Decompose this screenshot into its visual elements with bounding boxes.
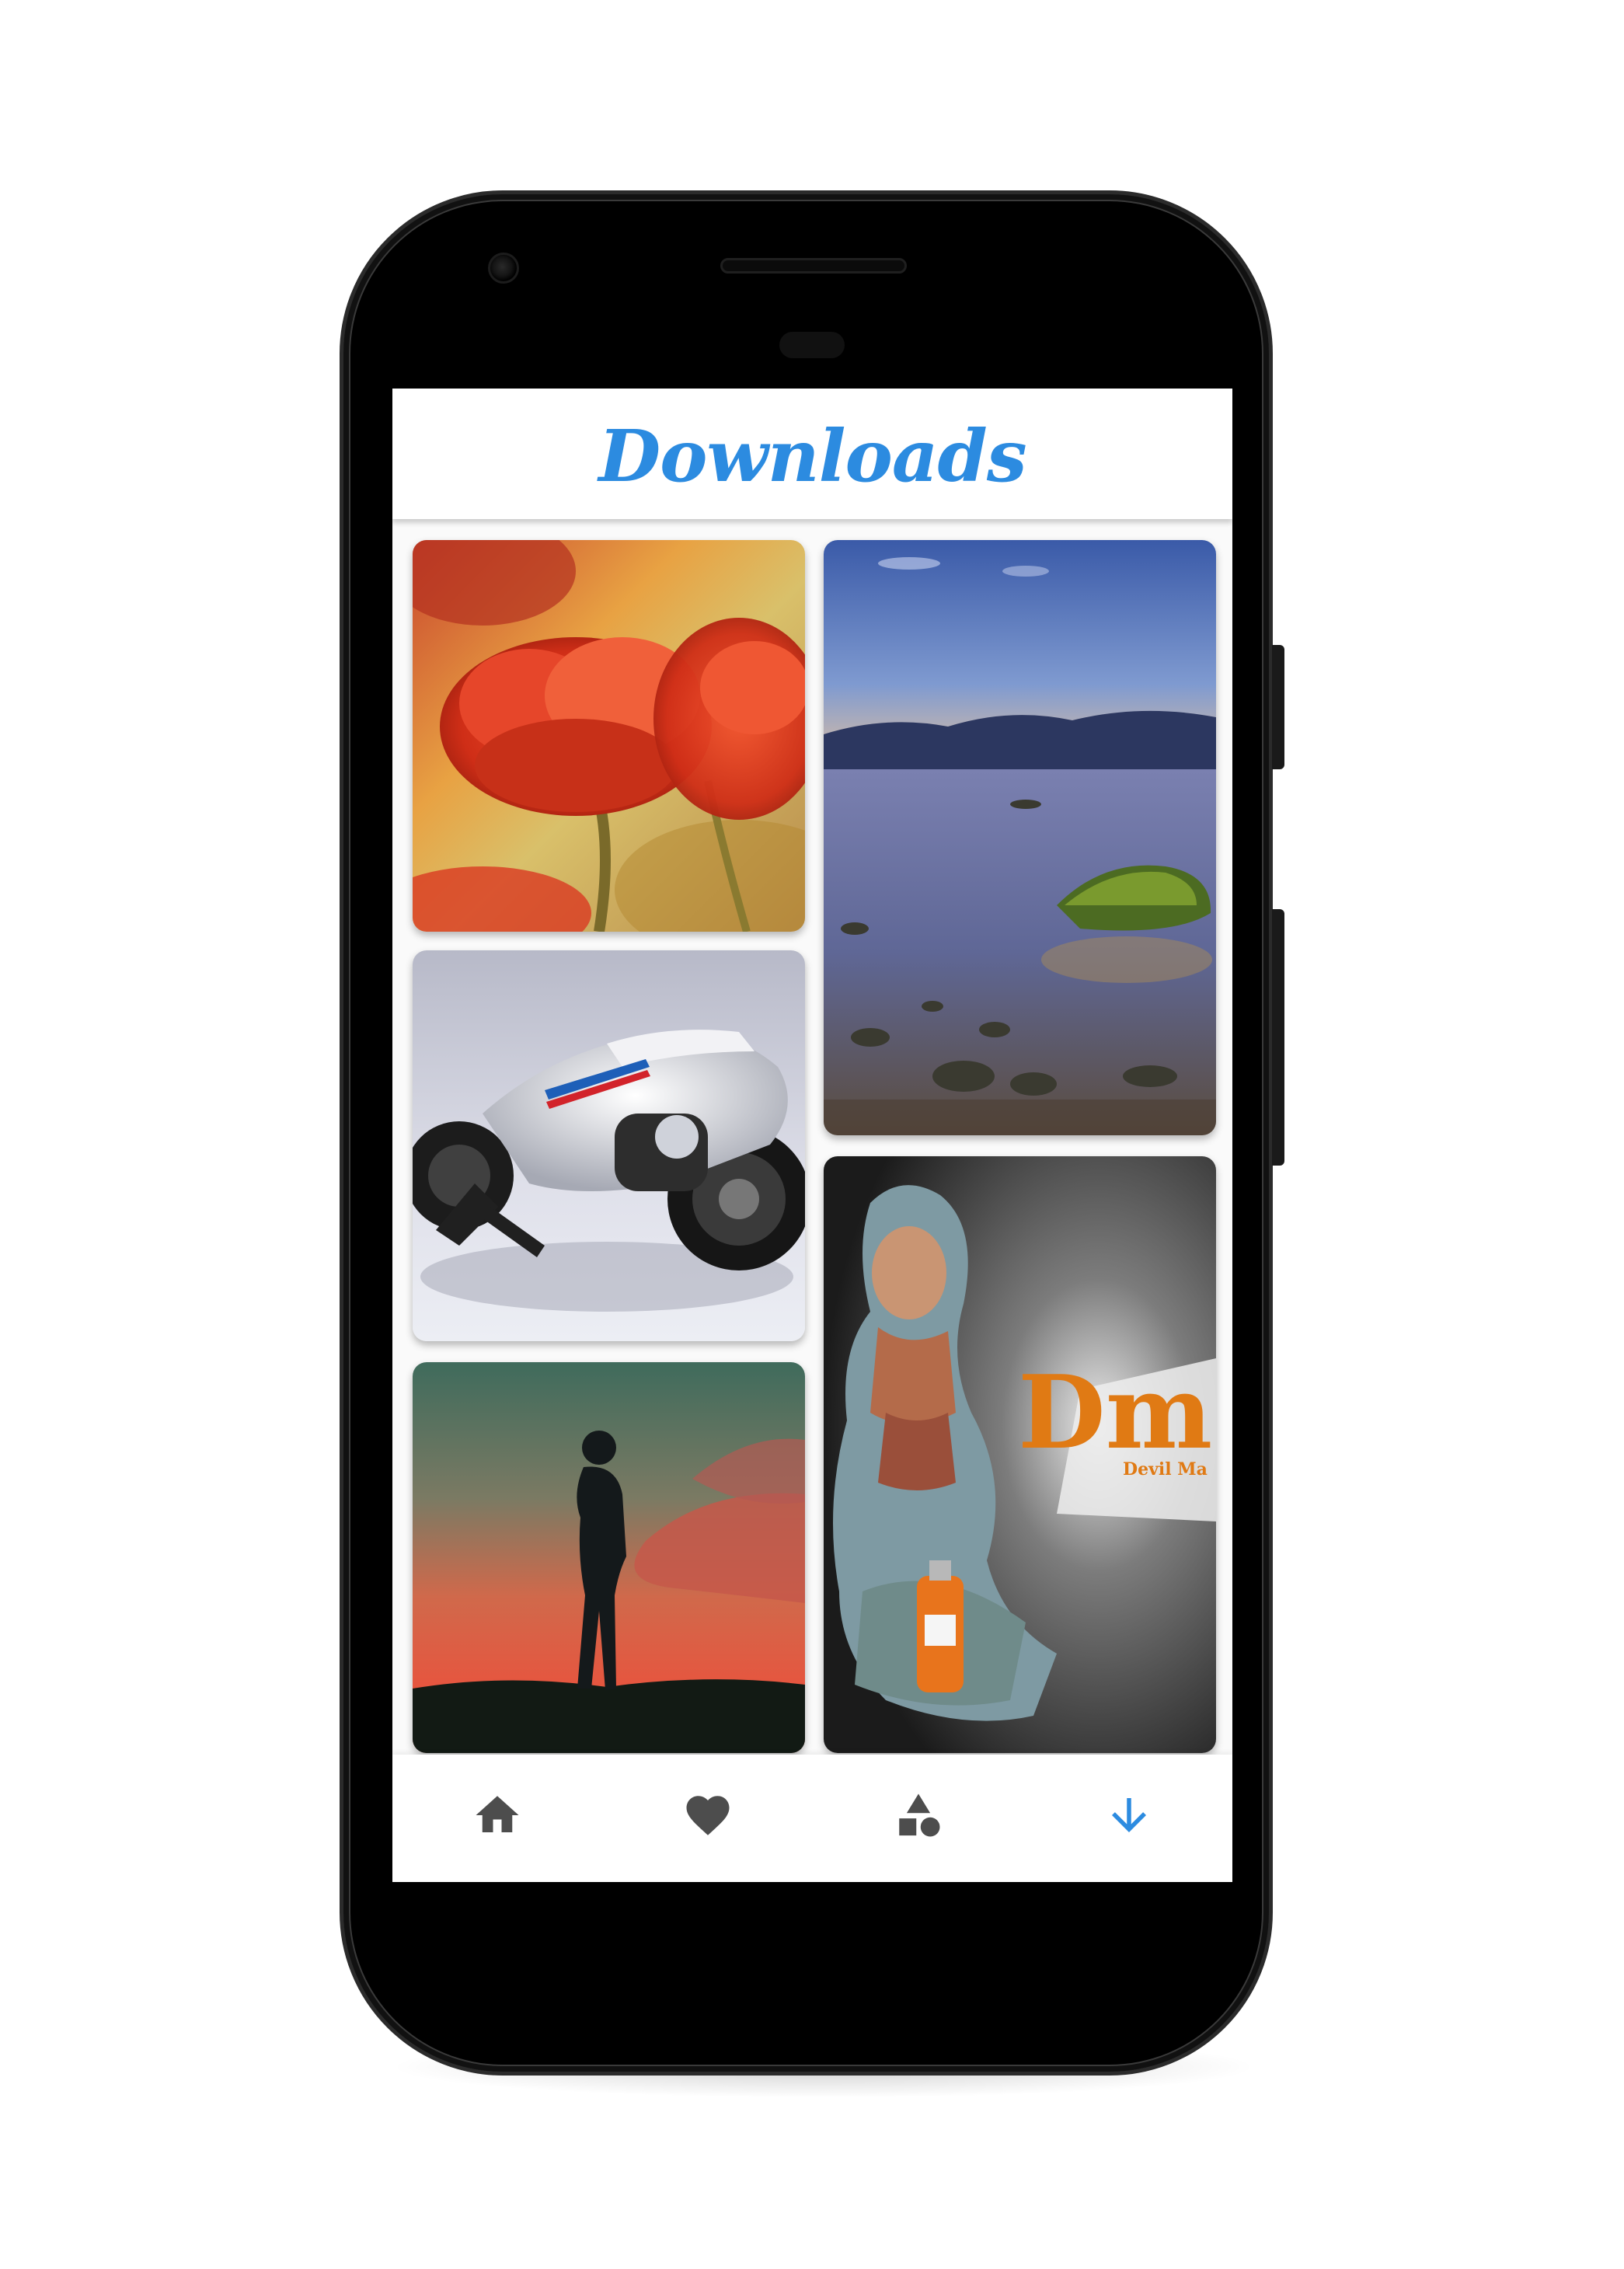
page-title: Downloads [598, 414, 1026, 498]
home-icon [476, 1796, 519, 1832]
game-character-wallpaper-thumbnail[interactable]: Dmc Devil Ma [824, 1156, 1216, 1753]
seascape-wallpaper-thumbnail[interactable] [824, 540, 1216, 1135]
game-character-image: Dmc Devil Ma [824, 1156, 1216, 1753]
heart-icon [686, 1796, 730, 1835]
silhouette-sunset-image [413, 1362, 805, 1753]
power-button [1272, 645, 1284, 769]
volume-button [1272, 909, 1284, 1166]
app-screen: Downloads Dm Devil Ma [392, 389, 1232, 1882]
wallpaper-grid: Dmc Devil Ma [392, 519, 1232, 1755]
game-logo-subtext: Devil Ma [1123, 1459, 1208, 1480]
game-logo-text: Dmc [1018, 1353, 1216, 1472]
front-camera [488, 253, 519, 284]
bottom-navigation [392, 1755, 1232, 1882]
download-arrow-icon [1112, 1798, 1146, 1832]
motorbike-image [413, 950, 805, 1341]
nav-categories-button[interactable] [880, 1784, 957, 1846]
categories-shapes-icon [899, 1793, 940, 1837]
speaker-grille [720, 258, 907, 274]
seascape-image [824, 540, 1216, 1135]
nav-downloads-button[interactable] [1090, 1784, 1168, 1846]
nav-home-button[interactable] [458, 1784, 536, 1846]
proximity-sensor [779, 332, 845, 358]
red-flower-wallpaper-thumbnail[interactable] [413, 540, 805, 932]
silhouette-sunset-wallpaper-thumbnail[interactable] [413, 1362, 805, 1753]
nav-favorites-button[interactable] [669, 1784, 747, 1846]
motorbike-wallpaper-thumbnail[interactable] [413, 950, 805, 1341]
app-header: Downloads [392, 389, 1232, 519]
red-flower-image [413, 540, 805, 932]
